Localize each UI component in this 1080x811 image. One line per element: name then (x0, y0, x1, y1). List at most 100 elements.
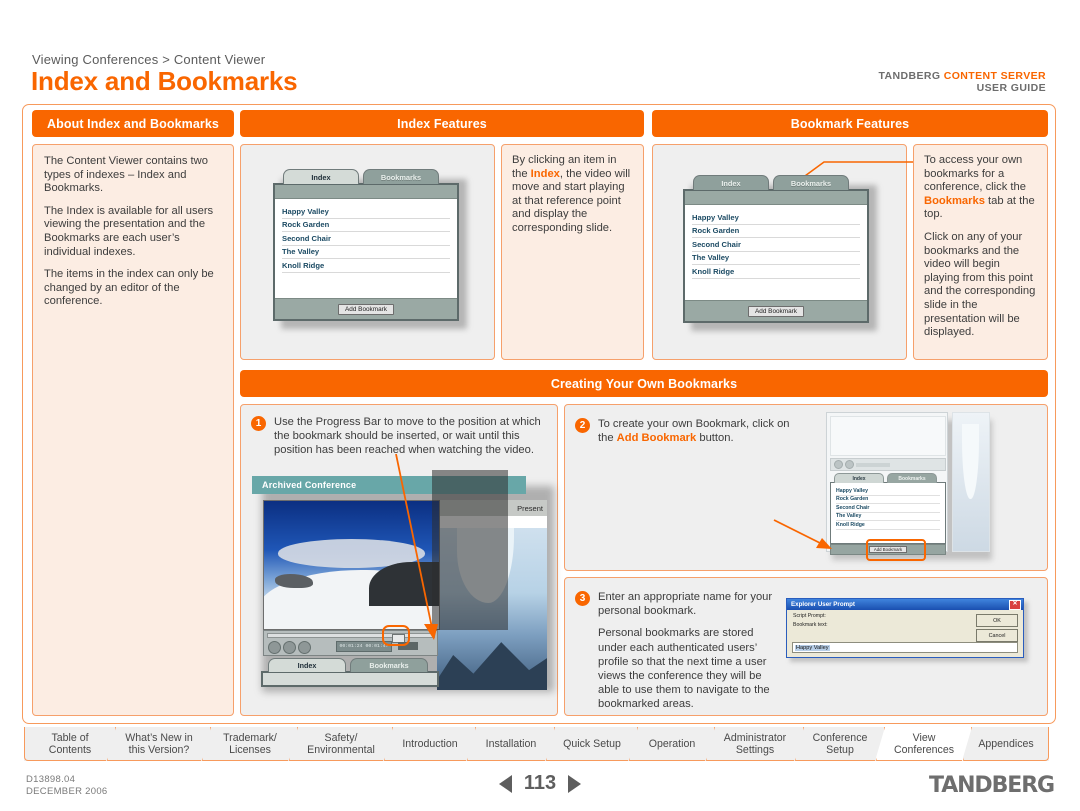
index-text-highlight: Index (530, 167, 560, 180)
dialog-title-bar: Explorer User Prompt ✕ (787, 599, 1023, 610)
list-item: Knoll Ridge (836, 521, 940, 530)
pause-icon[interactable] (268, 641, 281, 654)
cancel-button[interactable]: Cancel (976, 629, 1018, 642)
list-item[interactable]: Second Chair (282, 232, 450, 246)
nav-label-line1: Operation (648, 738, 696, 750)
list-item[interactable]: Happy Valley (692, 211, 860, 225)
add-bookmark-button[interactable]: Add Bookmark (748, 305, 804, 317)
add-bookmark-button[interactable]: Add Bookmark (338, 303, 394, 315)
nav-label-line2: Environmental (307, 744, 375, 756)
nav-tab-view-conferences[interactable]: View Conferences (876, 727, 972, 761)
step-2-paragraph: To create your own Bookmark, click on th… (598, 417, 808, 445)
content-viewer-widget-index: Index Bookmarks Happy Valley Rock Garden… (273, 169, 467, 329)
bookmark-features-text: To access your own bookmarks for a confe… (924, 154, 1037, 340)
overlay-shade (432, 470, 508, 630)
nav-tab-appendices[interactable]: Appendices (963, 727, 1049, 761)
nav-label-line2: Contents (48, 744, 92, 756)
nav-label-line2: Setup (826, 744, 854, 756)
widget-tabs-index: Index Bookmarks (283, 169, 439, 184)
list-item[interactable]: Happy Valley (282, 205, 450, 219)
list-item[interactable]: Rock Garden (282, 219, 450, 232)
nav-tab-administrator-settings[interactable]: Administrator Settings (706, 727, 804, 761)
nav-tab-table-of-contents[interactable]: Table of Contents (24, 727, 116, 761)
next-page-icon[interactable] (568, 774, 582, 793)
list-item[interactable]: The Valley (692, 252, 860, 265)
list-item[interactable]: Second Chair (692, 238, 860, 252)
bookmark-features-screenshot-panel: Index Bookmarks Happy Valley Rock Garden… (652, 144, 907, 360)
ok-button[interactable]: OK (976, 614, 1018, 627)
list-item: The Valley (836, 513, 940, 521)
stop-icon[interactable] (283, 641, 296, 654)
widget-body: Happy Valley Rock Garden Second Chair Th… (683, 189, 869, 323)
nav-tab-trademark-licenses[interactable]: Trademark/Licenses (202, 727, 298, 761)
brand-line-1: TANDBERG CONTENT SERVER (878, 70, 1046, 82)
nav-label-line2: this Version? (128, 744, 190, 756)
breadcrumb: Viewing Conferences > Content Viewer (32, 52, 266, 67)
list-item: Second Chair (836, 504, 940, 513)
index-features-screenshot-panel: Index Bookmarks Happy Valley Rock Garden… (240, 144, 495, 360)
tab-index[interactable]: Index (283, 169, 359, 184)
pause-icon (834, 460, 843, 469)
bookmarks-list: Happy Valley Rock Garden Second Chair Th… (685, 205, 867, 279)
about-paragraph-2: The Index is available for all users vie… (44, 204, 214, 258)
bm-text-pre: To access your own bookmarks for a confe… (924, 154, 1026, 194)
nav-label-line1: Administrator (723, 732, 787, 744)
nav-tab-conference-setup[interactable]: Conference Setup (795, 727, 885, 761)
nav-tab-quick-setup[interactable]: Quick Setup (546, 727, 638, 761)
progress-bar-highlight-ring (382, 625, 410, 646)
list-item[interactable]: Knoll Ridge (282, 259, 450, 273)
nav-tab-introduction[interactable]: Introduction (384, 727, 476, 761)
bookmark-name-input[interactable]: Happy Valley (792, 642, 1018, 653)
nav-tab-whats-new[interactable]: What’s New in this Version? (107, 727, 211, 761)
step-1-text: Use the Progress Bar to move to the posi… (274, 415, 545, 458)
archived-conference-player-mock: Present Archived Conference 00:01:24 00:… (252, 470, 554, 698)
nav-label-line2: Conferences (893, 744, 955, 756)
content-viewer-widget-bookmarks: Index Bookmarks Happy Valley Rock Garden… (683, 175, 877, 331)
list-item: Happy Valley (836, 487, 940, 496)
tab-bookmarks[interactable]: Bookmarks (363, 169, 439, 184)
tab-bookmarks[interactable]: Bookmarks (773, 175, 849, 190)
section-header-creating-bookmarks: Creating Your Own Bookmarks (240, 370, 1048, 397)
volume-icon[interactable] (298, 641, 311, 654)
widget-top-strip (275, 185, 457, 199)
thumbnail-tabs: Index Bookmarks (834, 473, 937, 483)
tab-index[interactable]: Index (693, 175, 769, 190)
dialog-title: Explorer User Prompt (791, 601, 855, 608)
brand-line-2: USER GUIDE (976, 82, 1046, 94)
step-number-badge: 3 (575, 591, 590, 606)
tab-bookmarks[interactable]: Bookmarks (350, 658, 428, 672)
about-paragraph-1: The Content Viewer contains two types of… (44, 155, 208, 195)
brand-highlight: CONTENT SERVER (943, 70, 1046, 82)
previous-page-icon[interactable] (498, 774, 512, 793)
list-item[interactable]: Knoll Ridge (692, 265, 860, 279)
tab-index[interactable]: Index (268, 658, 346, 672)
list-item[interactable]: The Valley (282, 246, 450, 259)
thumbnail-video-area (830, 416, 946, 456)
add-bookmark-highlight-ring (866, 539, 926, 561)
step-2-thumbnail: Index Bookmarks Happy Valley Rock Garden… (826, 412, 998, 564)
list-item[interactable]: Rock Garden (692, 225, 860, 238)
section-header-about: About Index and Bookmarks (32, 110, 234, 137)
nav-tab-installation[interactable]: Installation (467, 727, 555, 761)
bookmark-features-text-panel: To access your own bookmarks for a confe… (913, 144, 1048, 360)
tab-bookmarks[interactable]: Bookmarks (887, 473, 937, 483)
bookmark-name-value: Happy Valley (795, 644, 830, 651)
tab-index[interactable]: Index (834, 473, 884, 483)
nav-tab-safety-environmental[interactable]: Safety/Environmental (289, 727, 393, 761)
stop-icon (845, 460, 854, 469)
brand-prefix: TANDBERG (878, 70, 944, 82)
transport-buttons (268, 641, 311, 654)
tandberg-logo: TANDBERG (929, 773, 1055, 798)
about-panel: The Content Viewer contains two types of… (32, 144, 234, 716)
step-number-badge: 1 (251, 416, 266, 431)
step2-post: button. (696, 432, 734, 445)
nav-label-line1: Appendices (978, 738, 1034, 750)
nav-tab-operation[interactable]: Operation (629, 727, 715, 761)
close-icon[interactable]: ✕ (1009, 599, 1021, 610)
step-1-header: 1 Use the Progress Bar to move to the po… (241, 405, 557, 458)
player-tab-body (261, 671, 439, 687)
nav-label-line2: Settings (735, 744, 775, 756)
thumbnail-ice-shape (962, 424, 979, 499)
about-text: The Content Viewer contains two types of… (44, 155, 222, 309)
player-video-area (263, 500, 440, 630)
